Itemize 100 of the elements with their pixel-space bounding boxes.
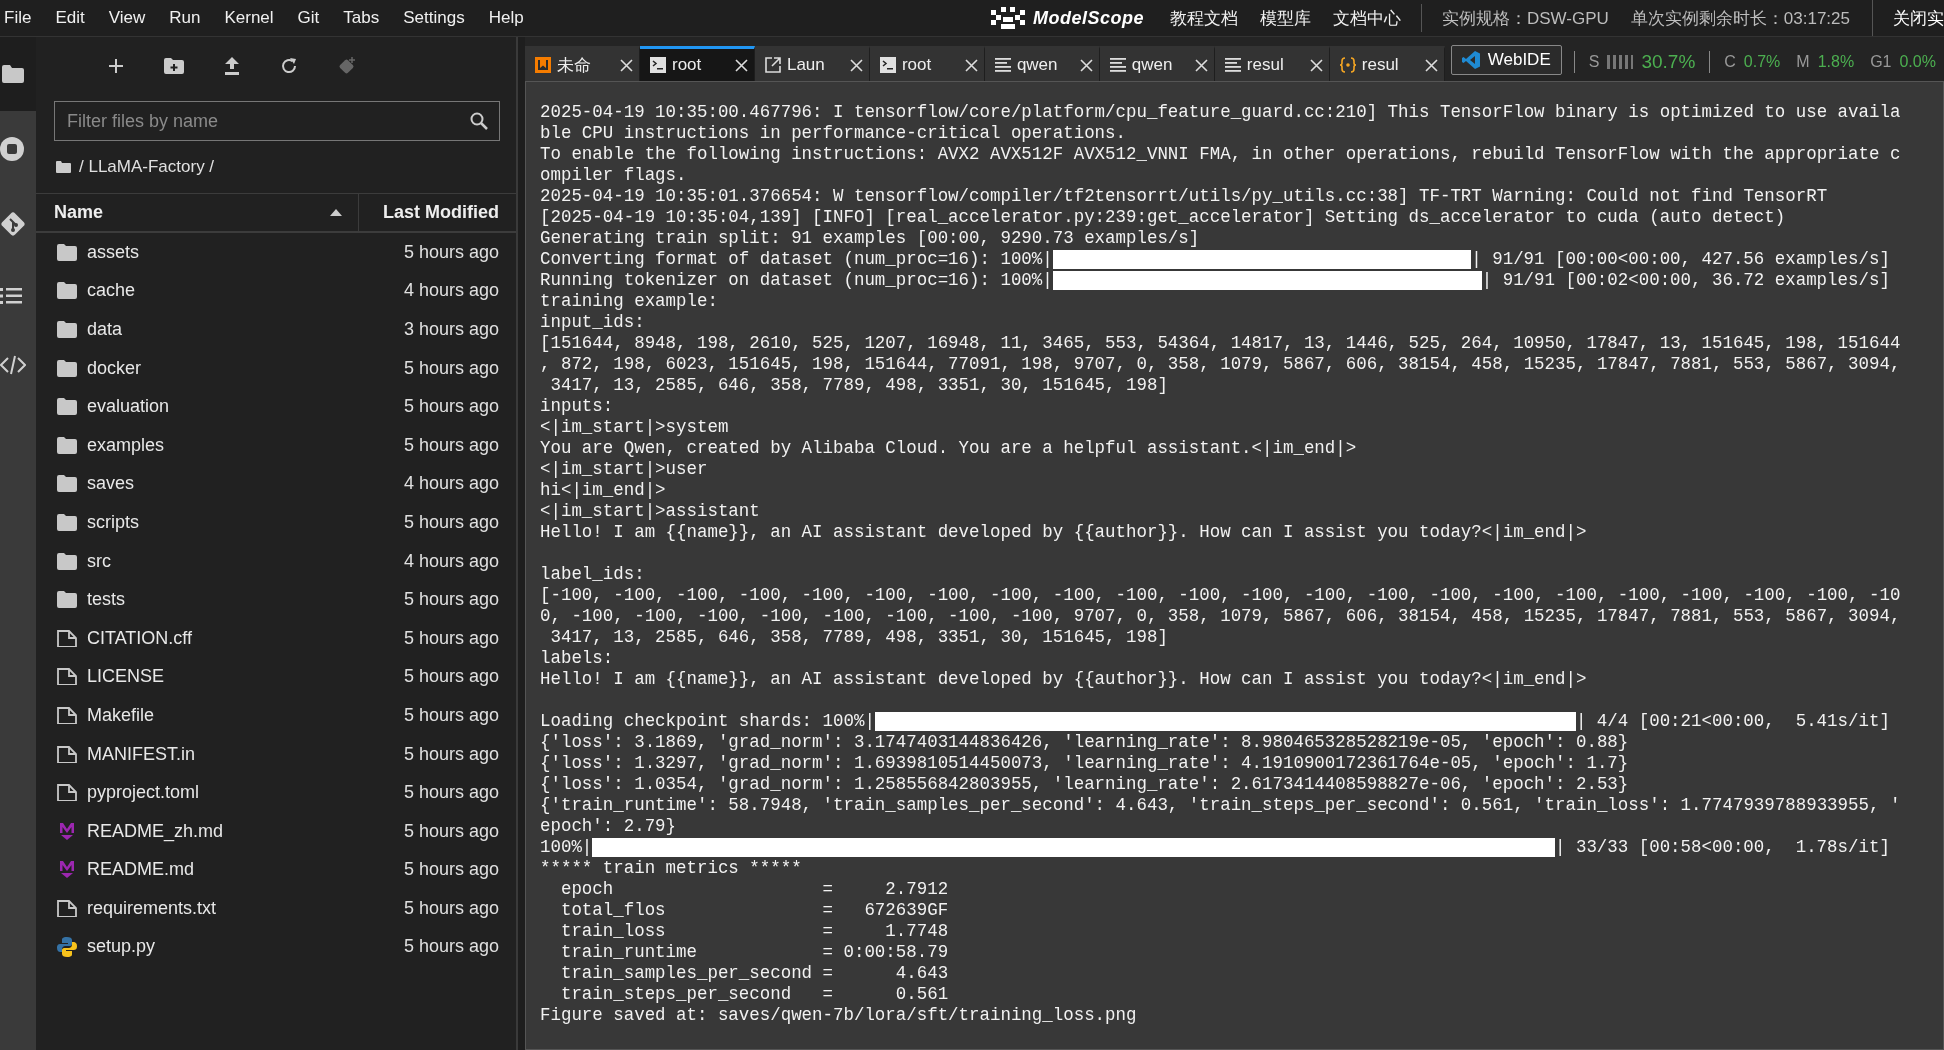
folder-icon[interactable]	[2, 65, 24, 83]
instance-spec-text: 实例规格：DSW-GPU	[1441, 7, 1609, 30]
file-name[interactable]: requirements.txt	[87, 897, 217, 919]
close-icon[interactable]	[1309, 58, 1323, 72]
terminal-text: Running tokenizer on dataset (num_proc=16): 100%|	[540, 270, 1053, 291]
modified-time: 5 hours ago	[403, 782, 499, 804]
file-name[interactable]: tests	[87, 589, 125, 611]
file-name[interactable]: LICENSE	[87, 666, 165, 688]
menu-item[interactable]: Kernel	[224, 8, 274, 28]
tab[interactable]: 未命	[525, 46, 640, 81]
file-name[interactable]: saves	[87, 473, 135, 495]
folder-icon	[57, 475, 77, 493]
code-icon[interactable]	[0, 355, 26, 375]
resource-value: 30.7%	[1641, 51, 1696, 73]
folder-icon	[57, 591, 77, 609]
menu-item[interactable]: View	[108, 8, 146, 28]
file-name[interactable]: src	[87, 550, 111, 572]
tab[interactable]: Laun	[754, 46, 870, 81]
sort-ascending-icon[interactable]	[330, 209, 342, 216]
terminal-line: epoch = 2.7912	[559, 879, 950, 900]
stop-icon[interactable]	[0, 137, 24, 161]
terminal-line: <|im_start|>user	[540, 459, 709, 480]
folder-icon	[57, 243, 77, 261]
file-name[interactable]: scripts	[87, 511, 139, 533]
folder-icon[interactable]	[56, 161, 71, 173]
modified-time: 5 hours ago	[403, 936, 499, 958]
list-icon[interactable]	[0, 287, 22, 305]
close-icon[interactable]	[734, 58, 748, 72]
folder-icon	[57, 398, 77, 416]
terminal-text: | 33/33 [00:58<00:00, 1.78s/it]	[1555, 837, 1890, 858]
file-name[interactable]: examples	[87, 434, 165, 456]
search-icon[interactable]	[470, 112, 488, 130]
filter-field[interactable]: Filter files by name	[54, 101, 500, 141]
menu-item[interactable]: Edit	[55, 8, 85, 28]
file-name[interactable]: data	[87, 319, 123, 340]
file-name[interactable]: README.md	[87, 859, 194, 881]
file-name[interactable]: docker	[87, 357, 142, 379]
git-clone-icon[interactable]	[338, 56, 358, 76]
file-name[interactable]: cache	[87, 280, 136, 302]
file-icon	[57, 784, 77, 802]
text-file-icon	[1109, 57, 1126, 73]
logo-icon	[990, 7, 1025, 29]
upload-icon[interactable]	[224, 57, 240, 75]
terminal-line: You are Qwen, created by Alibaba Cloud. You are a helpful assistant.<|im_end|>	[540, 438, 1358, 459]
tab[interactable]: root	[639, 46, 755, 81]
tab[interactable]: resul	[1329, 46, 1445, 81]
file-name[interactable]: pyproject.toml	[87, 782, 200, 804]
menu-item[interactable]: Run	[169, 8, 201, 28]
terminal-line: total_flos = 672639GF	[559, 900, 950, 921]
braces-icon	[1339, 57, 1356, 73]
file-name[interactable]: MANIFEST.in	[87, 743, 196, 765]
header-link[interactable]: 模型库	[1259, 6, 1311, 30]
modified-time: 5 hours ago	[403, 704, 499, 726]
tab[interactable]: resul	[1214, 46, 1330, 81]
file-name[interactable]: assets	[87, 241, 140, 263]
close-icon[interactable]	[1424, 58, 1438, 72]
resource-value: 0.7%	[1743, 53, 1781, 71]
new-folder-icon[interactable]	[164, 58, 184, 74]
modified-time: 5 hours ago	[403, 743, 499, 765]
close-icon[interactable]	[1079, 58, 1093, 72]
menu-item[interactable]: Git	[297, 8, 320, 28]
plus-icon[interactable]	[108, 58, 124, 74]
menu-item[interactable]: File	[4, 8, 32, 28]
resource-label: G1	[1870, 53, 1892, 71]
terminal-line: 0, -100, -100, -100, -100, -100, -100, -100, -100, 9707, 0, 358, 1079, 5867, 606, 38154, 458, 15235, 17847, 7881, 553, 5867, 3094,	[540, 606, 1902, 627]
file-name[interactable]: Makefile	[87, 704, 155, 726]
tab[interactable]: qwen	[1099, 46, 1215, 81]
menu-item[interactable]: Settings	[403, 8, 465, 28]
modified-time: 5 hours ago	[403, 396, 499, 418]
header-link[interactable]: 教程文档	[1169, 6, 1238, 30]
breadcrumb-path[interactable]: / LLaMA-Factory /	[79, 157, 215, 177]
brand-name: ModelScope	[1032, 7, 1144, 29]
header-link[interactable]: 文档中心	[1332, 6, 1401, 30]
menu-item[interactable]: Help	[488, 8, 524, 28]
file-name[interactable]: README_zh.md	[87, 820, 224, 842]
modified-time: 5 hours ago	[403, 666, 499, 688]
terminal-line: Figure saved at: saves/qwen-7b/lora/sft/training_loss.png	[540, 1005, 1138, 1026]
file-name[interactable]: CITATION.cff	[87, 627, 192, 649]
tab[interactable]: root	[869, 46, 985, 81]
column-header[interactable]: Name	[36, 194, 359, 231]
terminal-line: {'loss': 3.1869, 'grad_norm': 3.1747403144836426, 'learning_rate': 8.980465328528219e-05, 'epoch': 0.88}	[540, 732, 1630, 753]
modified-time: 5 hours ago	[403, 859, 499, 881]
terminal-line: {'train_runtime': 58.7948, 'train_samples_per_second': 4.643, 'train_steps_per_second': 0.561, 'train_loss': 1.7747939788933955, '	[540, 795, 1902, 816]
close-icon[interactable]	[619, 58, 633, 72]
column-header[interactable]: Last Modified	[359, 194, 516, 231]
file-name[interactable]: evaluation	[87, 396, 170, 418]
terminal-line: 2025-04-19 10:35:01.376654: W tensorflow/compiler/tf2tensorrt/utils/py_utils.cc:38] TF-TRT Warning: Could not find TensorRT	[540, 186, 1829, 207]
file-name[interactable]: setup.py	[87, 936, 156, 958]
terminal-line: ble CPU instructions in performance-critical operations.	[540, 123, 1127, 144]
close-icon[interactable]	[849, 58, 863, 72]
close-icon[interactable]	[1194, 58, 1208, 72]
refresh-icon[interactable]	[280, 57, 298, 75]
terminal-line: inputs:	[540, 396, 615, 417]
folder-icon	[57, 513, 77, 531]
tab[interactable]: qwen	[984, 46, 1100, 81]
menu-item[interactable]: Tabs	[343, 8, 380, 28]
close-icon[interactable]	[964, 58, 978, 72]
webide-button[interactable]: WebIDE	[1450, 45, 1562, 75]
folder-icon	[57, 321, 77, 338]
close-button[interactable]: 关闭实	[1872, 0, 1944, 36]
